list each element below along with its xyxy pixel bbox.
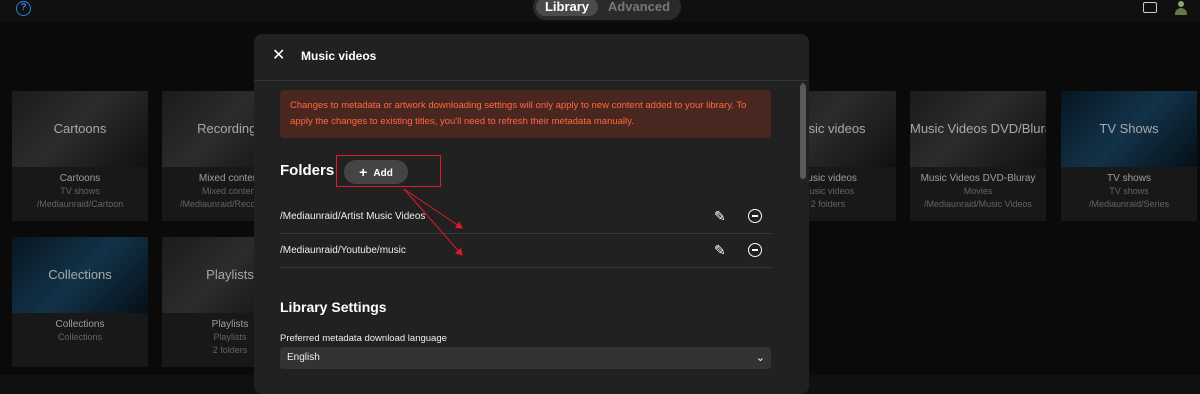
- folder-path: /Mediaunraid/Youtube/music: [280, 245, 406, 256]
- view-switcher: Library Advanced: [533, 0, 681, 20]
- user-avatar-icon[interactable]: [1175, 1, 1187, 15]
- pencil-icon[interactable]: ✎: [714, 242, 726, 259]
- dialog-title: Music videos: [301, 49, 377, 63]
- annotation-highlight-box: [336, 155, 441, 187]
- folder-row: /Mediaunraid/Youtube/music ✎: [280, 235, 771, 268]
- scrollbar-thumb[interactable]: [800, 84, 806, 179]
- chevron-down-icon: ⌄: [755, 352, 765, 364]
- folder-path: /Mediaunraid/Artist Music Videos: [280, 211, 426, 222]
- folders-heading: Folders: [280, 162, 335, 179]
- remove-circle-icon[interactable]: [748, 209, 762, 223]
- cast-icon[interactable]: [1143, 2, 1157, 13]
- question-circle-icon[interactable]: ?: [16, 1, 31, 16]
- divider: [254, 80, 809, 81]
- language-label: Preferred metadata download language: [280, 333, 447, 344]
- language-select[interactable]: English ⌄: [280, 347, 771, 369]
- library-settings-heading: Library Settings: [280, 299, 387, 315]
- tab-advanced[interactable]: Advanced: [603, 0, 675, 16]
- language-value: English: [287, 352, 320, 363]
- tab-library[interactable]: Library: [536, 0, 598, 16]
- close-icon[interactable]: ✕: [272, 48, 285, 64]
- pencil-icon[interactable]: ✎: [714, 208, 726, 225]
- metadata-warning: Changes to metadata or artwork downloadi…: [280, 90, 771, 138]
- library-edit-dialog: ✕ Music videos ▲ Changes to metadata or …: [254, 34, 809, 394]
- folder-row: /Mediaunraid/Artist Music Videos ✎: [280, 201, 771, 234]
- top-bar: ? Library Advanced: [0, 0, 1200, 22]
- remove-circle-icon[interactable]: [748, 243, 762, 257]
